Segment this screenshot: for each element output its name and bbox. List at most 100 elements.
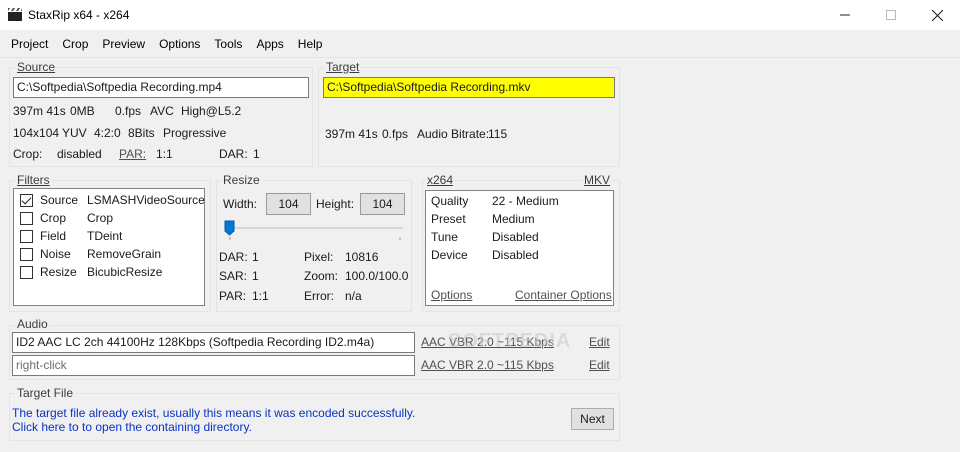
target-duration: 397m 41s: [325, 127, 378, 141]
target-path-input[interactable]: C:\Softpedia\Softpedia Recording.mkv: [323, 77, 615, 98]
minimize-icon: [840, 14, 850, 16]
resize-dar-label: DAR:: [219, 250, 248, 264]
filter-crop-value: Crop: [87, 211, 114, 225]
resize-sar-label: SAR:: [219, 269, 248, 283]
encoder-options-link[interactable]: Options: [431, 288, 472, 302]
source-fps: 0.fps: [115, 104, 142, 118]
resize-zoom-value: 100.0/100.0: [345, 269, 409, 283]
filter-noise-checkbox[interactable]: [20, 248, 33, 261]
encoder-quality-label: Quality: [431, 194, 469, 208]
source-chroma: 4:2:0: [94, 126, 121, 140]
filter-field-name: Field: [40, 229, 67, 243]
maximize-icon: [886, 10, 896, 20]
filter-resize-checkbox[interactable]: [20, 266, 33, 279]
source-par-value: 1:1: [156, 147, 173, 161]
menu-options[interactable]: Options: [152, 30, 207, 58]
menu-bar: Project Crop Preview Options Tools Apps …: [0, 30, 960, 58]
source-codec: AVC: [150, 104, 174, 118]
encoder-device-label: Device: [431, 248, 468, 262]
audio-track-2-profile-link[interactable]: AAC VBR 2.0 ~115 Kbps: [421, 358, 554, 372]
target-audio-bitrate-value: 115: [488, 127, 508, 141]
maximize-button[interactable]: [868, 0, 914, 30]
filter-field-value: TDeint: [87, 229, 123, 243]
target-fps: 0.fps: [382, 127, 409, 141]
resize-pixel-value: 10816: [345, 250, 379, 264]
source-colorspace: YUV: [62, 126, 87, 140]
resize-width-label: Width:: [223, 197, 258, 211]
source-scan: Progressive: [163, 126, 227, 140]
source-crop-value: disabled: [57, 147, 102, 161]
audio-track-2-input[interactable]: right-click: [12, 355, 415, 376]
source-resolution: 104x104: [13, 126, 60, 140]
encoder-preset-value: Medium: [492, 212, 535, 226]
resize-error-label: Error:: [304, 289, 334, 303]
container-options-link[interactable]: Container Options: [515, 288, 612, 302]
filter-resize-value: BicubicResize: [87, 265, 163, 279]
filter-source-value: LSMASHVideoSource: [87, 193, 205, 207]
filter-noise-value: RemoveGrain: [87, 247, 162, 261]
target-file-legend: Target File: [15, 386, 76, 400]
filter-noise-name: Noise: [40, 247, 71, 261]
open-directory-link[interactable]: Click here to to open the containing dir…: [12, 420, 252, 434]
encoder-quality-value: 22 - Medium: [492, 194, 559, 208]
resize-zoom-label: Zoom:: [304, 269, 339, 283]
audio-track-1-input[interactable]: ID2 AAC LC 2ch 44100Hz 128Kbps (Softpedi…: [12, 332, 415, 353]
target-audio-bitrate-label: Audio Bitrate:: [417, 127, 490, 141]
menu-preview[interactable]: Preview: [95, 30, 152, 58]
resize-slider-track[interactable]: [225, 227, 403, 229]
filter-field-checkbox[interactable]: [20, 230, 33, 243]
filter-resize-name: Resize: [40, 265, 77, 279]
source-dar-value: 1: [253, 147, 260, 161]
title-bar: StaxRip x64 - x264: [0, 0, 960, 30]
encoder-tune-label: Tune: [431, 230, 458, 244]
filters-legend[interactable]: Filters: [15, 173, 52, 187]
resize-par-value: 1:1: [252, 289, 269, 303]
resize-dar-value: 1: [252, 250, 259, 264]
encoder-legend[interactable]: x264: [425, 173, 456, 187]
filter-crop-checkbox[interactable]: [20, 212, 33, 225]
filter-source-name: Source: [40, 193, 79, 207]
clapperboard-icon: [8, 8, 22, 21]
target-legend[interactable]: Target: [324, 60, 362, 74]
resize-height-label: Height:: [316, 197, 355, 211]
encoder-device-value: Disabled: [492, 248, 539, 262]
close-button[interactable]: [914, 0, 960, 30]
menu-tools[interactable]: Tools: [207, 30, 249, 58]
container-legend[interactable]: MKV: [582, 173, 613, 187]
resize-width-input[interactable]: 104: [266, 193, 311, 215]
resize-pixel-label: Pixel:: [304, 250, 334, 264]
source-path-input[interactable]: C:\Softpedia\Softpedia Recording.mp4: [13, 77, 309, 98]
filter-crop-name: Crop: [40, 211, 67, 225]
resize-legend: Resize: [221, 173, 262, 187]
minimize-button[interactable]: [822, 0, 868, 30]
close-icon: [931, 9, 943, 21]
source-size: 0MB: [70, 104, 95, 118]
resize-slider-ticks: [229, 237, 401, 240]
resize-par-label: PAR:: [219, 289, 247, 303]
menu-project[interactable]: Project: [4, 30, 55, 58]
encoder-preset-label: Preset: [431, 212, 466, 226]
menu-help[interactable]: Help: [291, 30, 330, 58]
next-button[interactable]: Next: [571, 408, 614, 430]
encoder-tune-value: Disabled: [492, 230, 539, 244]
source-bits: 8Bits: [128, 126, 155, 140]
audio-legend: Audio: [15, 317, 50, 331]
source-legend[interactable]: Source: [15, 60, 58, 74]
window-title: StaxRip x64 - x264: [28, 8, 130, 22]
source-crop-label: Crop:: [13, 147, 43, 161]
audio-track-1-edit-link[interactable]: Edit: [589, 335, 610, 349]
resize-sar-value: 1: [252, 269, 259, 283]
resize-error-value: n/a: [345, 289, 362, 303]
filter-source-checkbox[interactable]: [20, 194, 33, 207]
audio-track-2-edit-link[interactable]: Edit: [589, 358, 610, 372]
resize-slider-thumb[interactable]: [224, 220, 235, 236]
source-profile: High@L5.2: [181, 104, 242, 118]
menu-crop[interactable]: Crop: [55, 30, 95, 58]
menu-apps[interactable]: Apps: [249, 30, 290, 58]
source-dar-label: DAR:: [219, 147, 248, 161]
softpedia-watermark: SOFTPEDIA: [448, 330, 572, 352]
target-file-message: The target file already exist, usually t…: [12, 406, 416, 420]
source-par-link[interactable]: PAR:: [119, 147, 146, 161]
source-duration: 397m 41s: [13, 104, 66, 118]
resize-height-input[interactable]: 104: [360, 193, 405, 215]
